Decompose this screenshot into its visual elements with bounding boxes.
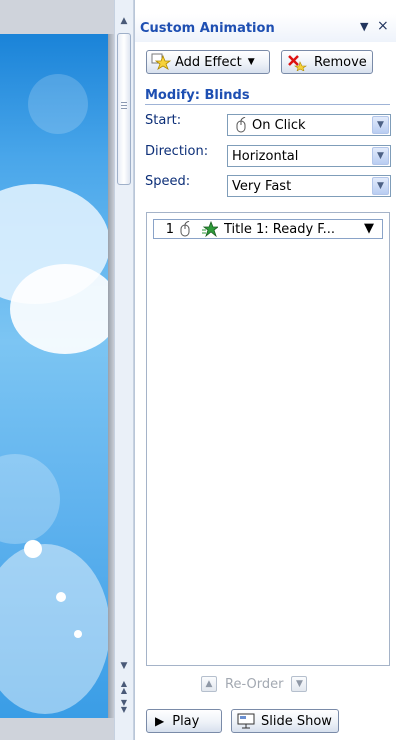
chevron-down-icon[interactable]: ▼ [364, 221, 380, 237]
slide-decoration [10, 264, 108, 354]
start-dropdown[interactable]: On Click ▼ [227, 114, 391, 136]
start-label: Start: [145, 113, 182, 128]
animation-list[interactable]: 1 Title 1: Ready F... ▼ [146, 212, 390, 666]
move-up-arrow-icon[interactable]: ▲ [201, 676, 217, 692]
reorder-label: Re-Order [225, 676, 284, 692]
direction-dropdown[interactable]: Horizontal ▼ [227, 145, 391, 167]
remove-button[interactable]: Remove [281, 50, 373, 74]
pane-header: Custom Animation ▼ × [135, 14, 396, 42]
modify-heading: Modify: Blinds [145, 88, 250, 103]
pane-title: Custom Animation [140, 20, 275, 36]
chevron-down-icon[interactable]: ▼ [372, 116, 389, 134]
reorder-controls: ▲ Re-Order ▼ [201, 676, 308, 692]
play-button[interactable]: ▶ Play [146, 709, 222, 733]
close-icon[interactable]: × [377, 18, 389, 34]
chevron-down-icon[interactable]: ▼ [372, 177, 389, 195]
previous-slide-icon[interactable]: ▲ ▲ [116, 678, 132, 695]
slide-decoration [24, 540, 42, 558]
slide-decoration [0, 544, 108, 714]
move-down-arrow-icon[interactable]: ▼ [291, 676, 308, 692]
animation-list-item[interactable]: 1 Title 1: Ready F... ▼ [153, 219, 383, 239]
add-effect-button[interactable]: Add Effect ▼ [146, 50, 270, 74]
speed-value: Very Fast [232, 178, 292, 194]
next-slide-icon[interactable]: ▼ ▼ [116, 697, 132, 714]
slide-canvas[interactable] [0, 34, 108, 718]
animation-item-name: Title 1: Ready F... [224, 221, 336, 237]
direction-label: Direction: [145, 144, 209, 159]
scrollbar-thumb[interactable] [117, 33, 131, 185]
scroll-down-arrow-icon[interactable]: ▼ [116, 657, 132, 674]
animation-order-number: 1 [165, 221, 174, 237]
mouse-icon [234, 116, 248, 133]
remove-label: Remove [314, 54, 367, 70]
slide-show-icon [237, 713, 255, 729]
grip-icon [121, 102, 127, 111]
add-effect-star-icon [151, 53, 171, 71]
custom-animation-pane: Custom Animation ▼ × Add Effect ▼ Remove… [134, 0, 396, 740]
entrance-effect-star-icon [202, 220, 220, 238]
slide-decoration [0, 454, 60, 544]
mouse-icon [178, 220, 192, 237]
speed-dropdown[interactable]: Very Fast ▼ [227, 175, 391, 197]
scroll-up-arrow-icon[interactable]: ▲ [116, 12, 132, 29]
slide-decoration [56, 592, 66, 602]
slide-editing-area [0, 0, 114, 740]
slide-show-button[interactable]: Slide Show [231, 709, 339, 733]
slide-decoration [28, 74, 88, 134]
slide-show-label: Slide Show [261, 713, 332, 729]
remove-x-icon [286, 53, 308, 71]
vertical-scrollbar[interactable]: ▲ ▼ ▲ ▲ ▼ ▼ [114, 0, 134, 740]
speed-label: Speed: [145, 174, 191, 189]
pane-menu-icon[interactable]: ▼ [360, 20, 368, 33]
direction-value: Horizontal [232, 148, 299, 164]
chevron-down-icon: ▼ [247, 57, 255, 67]
play-label: Play [172, 713, 200, 729]
start-value: On Click [252, 117, 306, 133]
section-divider [145, 104, 390, 105]
add-effect-label: Add Effect [175, 54, 242, 70]
play-icon: ▶ [155, 714, 165, 728]
slide-decoration [74, 630, 82, 638]
chevron-down-icon[interactable]: ▼ [372, 147, 389, 165]
